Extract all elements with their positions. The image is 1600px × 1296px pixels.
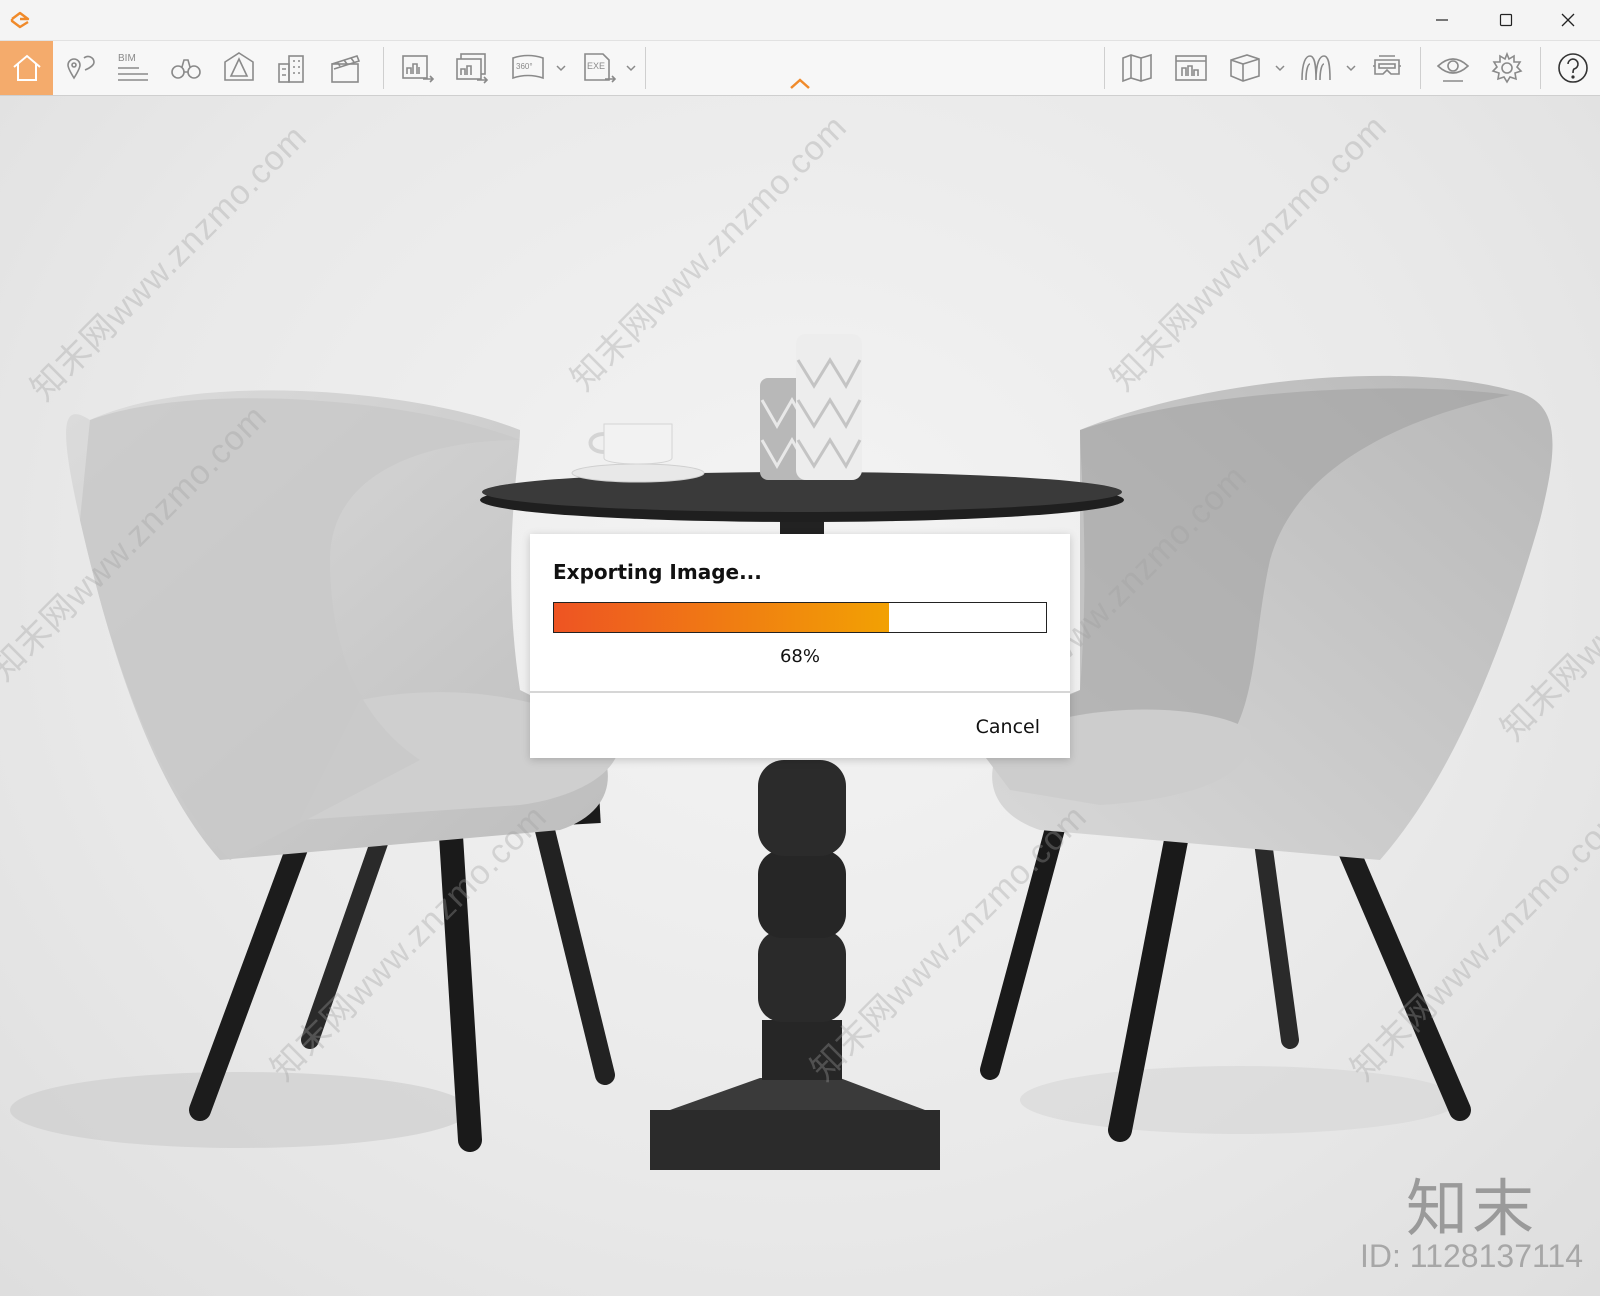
- settings-button[interactable]: [1482, 41, 1532, 95]
- home-icon: [12, 54, 41, 81]
- cancel-button[interactable]: Cancel: [970, 712, 1046, 742]
- bim-icon: BIM: [118, 53, 148, 81]
- views-button[interactable]: [161, 41, 211, 95]
- buildings-button[interactable]: [267, 41, 317, 95]
- watermark-id: ID: 1128137114: [1360, 1238, 1583, 1274]
- toolbar-separator: [383, 47, 384, 89]
- watermark-logo: 知末: [1406, 1172, 1539, 1245]
- chevron-down-icon[interactable]: [554, 61, 568, 75]
- ghost-icon: [1301, 55, 1331, 81]
- toolbar-separator: [1540, 47, 1541, 89]
- views-panel-icon: [1175, 55, 1207, 81]
- gear-icon: [1491, 51, 1523, 84]
- vr-headset-button[interactable]: [1362, 41, 1412, 95]
- exe-export-icon: EXE: [584, 53, 617, 83]
- exe-label: EXE: [587, 61, 605, 71]
- toolbar-separator: [645, 47, 646, 89]
- maximize-icon: [1499, 13, 1513, 27]
- eye-settings-icon: [1436, 58, 1470, 82]
- help-icon: [1558, 53, 1588, 83]
- bim-button[interactable]: BIM: [108, 41, 158, 95]
- progress-bar-fill: [554, 603, 889, 632]
- clapperboard-icon: [331, 55, 361, 83]
- chevron-up-icon: [790, 78, 810, 89]
- asset-library-icon: [224, 52, 254, 81]
- map-pin-icon: [67, 55, 95, 80]
- help-button[interactable]: [1548, 41, 1598, 95]
- visual-settings-button[interactable]: [1428, 41, 1478, 95]
- export-image-button[interactable]: [392, 41, 442, 95]
- minimize-button[interactable]: [1410, 0, 1474, 40]
- export-exe-button[interactable]: EXE: [574, 41, 624, 95]
- toolbar-separator: [1420, 47, 1421, 89]
- views-panel-button[interactable]: [1166, 41, 1216, 95]
- batch-export-icon: [456, 53, 489, 84]
- vr-button[interactable]: [1220, 41, 1270, 95]
- chevron-down-icon[interactable]: [1273, 61, 1287, 75]
- minimize-icon: [1436, 19, 1448, 21]
- export-progress-dialog: Exporting Image... 68% Cancel: [530, 534, 1070, 758]
- vr-headset-icon: [1373, 55, 1401, 75]
- buildings-icon: [278, 55, 304, 83]
- progress-bar: [553, 602, 1047, 633]
- map-button[interactable]: [1112, 41, 1162, 95]
- home-button[interactable]: [0, 41, 53, 95]
- export-image-icon: [402, 55, 435, 83]
- close-button[interactable]: [1536, 0, 1600, 40]
- enscape-logo-icon: [10, 11, 30, 29]
- export-panorama-button[interactable]: 360°: [503, 41, 553, 95]
- collapse-toolbar-button[interactable]: [786, 74, 814, 92]
- progress-percent: 68%: [779, 646, 820, 667]
- dialog-divider: [530, 691, 1070, 693]
- chevron-down-icon[interactable]: [1344, 61, 1358, 75]
- collaborate-button[interactable]: [1291, 41, 1341, 95]
- title-bar: [0, 0, 1600, 41]
- toolbar-separator: [1104, 47, 1105, 89]
- cube-icon: [1230, 54, 1260, 82]
- binoculars-icon: [171, 59, 201, 79]
- location-button[interactable]: [55, 41, 105, 95]
- maximize-button[interactable]: [1474, 0, 1538, 40]
- bim-label: BIM: [118, 53, 136, 64]
- video-button[interactable]: [320, 41, 370, 95]
- panorama-360-icon: 360°: [512, 54, 544, 80]
- assets-button[interactable]: [214, 41, 264, 95]
- panorama-label: 360°: [516, 62, 533, 71]
- dialog-title: Exporting Image...: [553, 560, 762, 584]
- map-icon: [1122, 53, 1152, 83]
- close-icon: [1561, 13, 1575, 27]
- batch-export-button[interactable]: [446, 41, 496, 95]
- chevron-down-icon[interactable]: [624, 61, 638, 75]
